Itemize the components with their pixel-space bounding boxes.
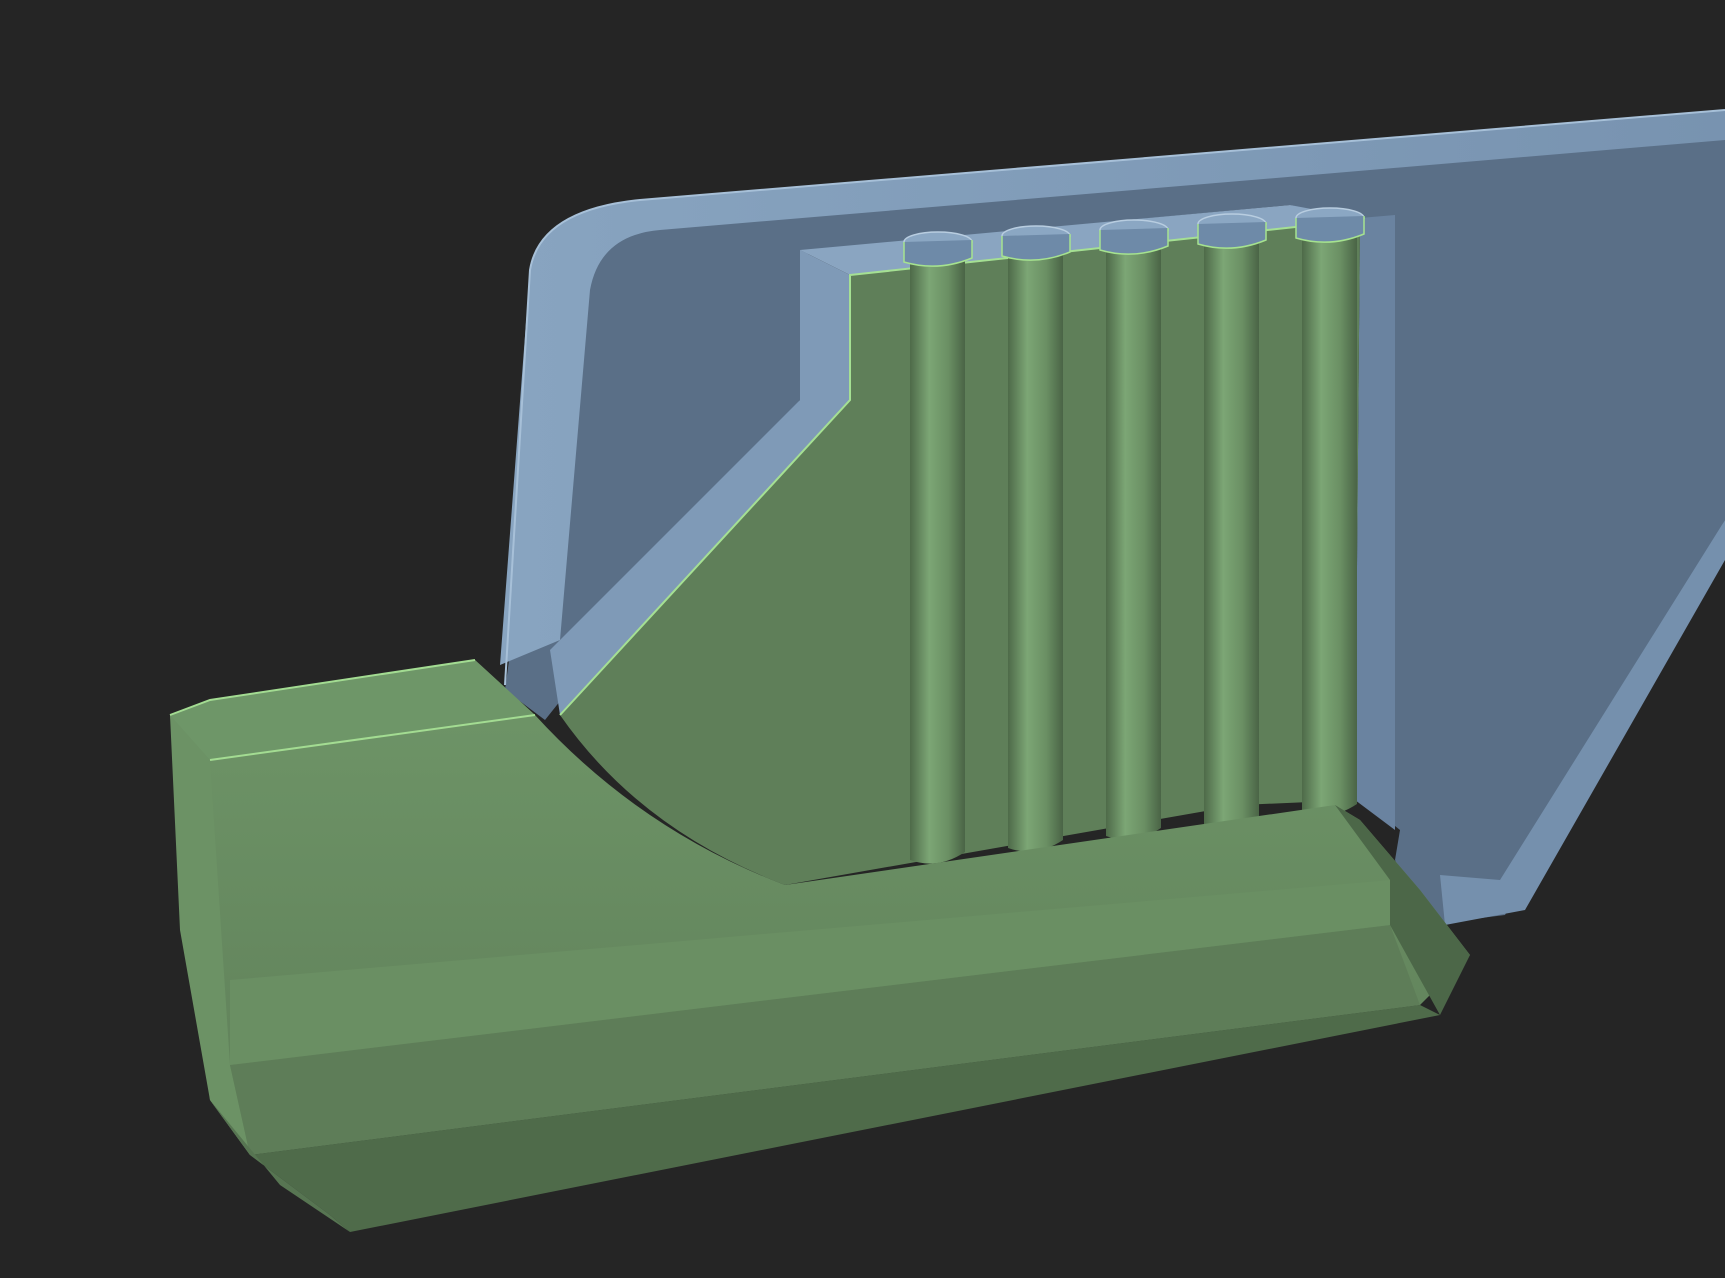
ridge-cap-side	[1197, 222, 1267, 249]
ridge-cap-side	[1001, 234, 1071, 261]
ridge	[1204, 239, 1259, 828]
model-render	[169, 109, 1725, 1232]
ridge	[1106, 245, 1161, 840]
ridge	[1008, 251, 1063, 852]
ridge-cap-side	[1099, 228, 1169, 255]
ridge	[1302, 233, 1357, 816]
blue-recess-right-wall	[1355, 215, 1395, 830]
3d-viewport[interactable]	[0, 0, 1725, 1278]
ridge-cap-side	[1295, 216, 1365, 243]
ridge-cap-side	[903, 240, 973, 267]
ridge	[910, 257, 965, 864]
